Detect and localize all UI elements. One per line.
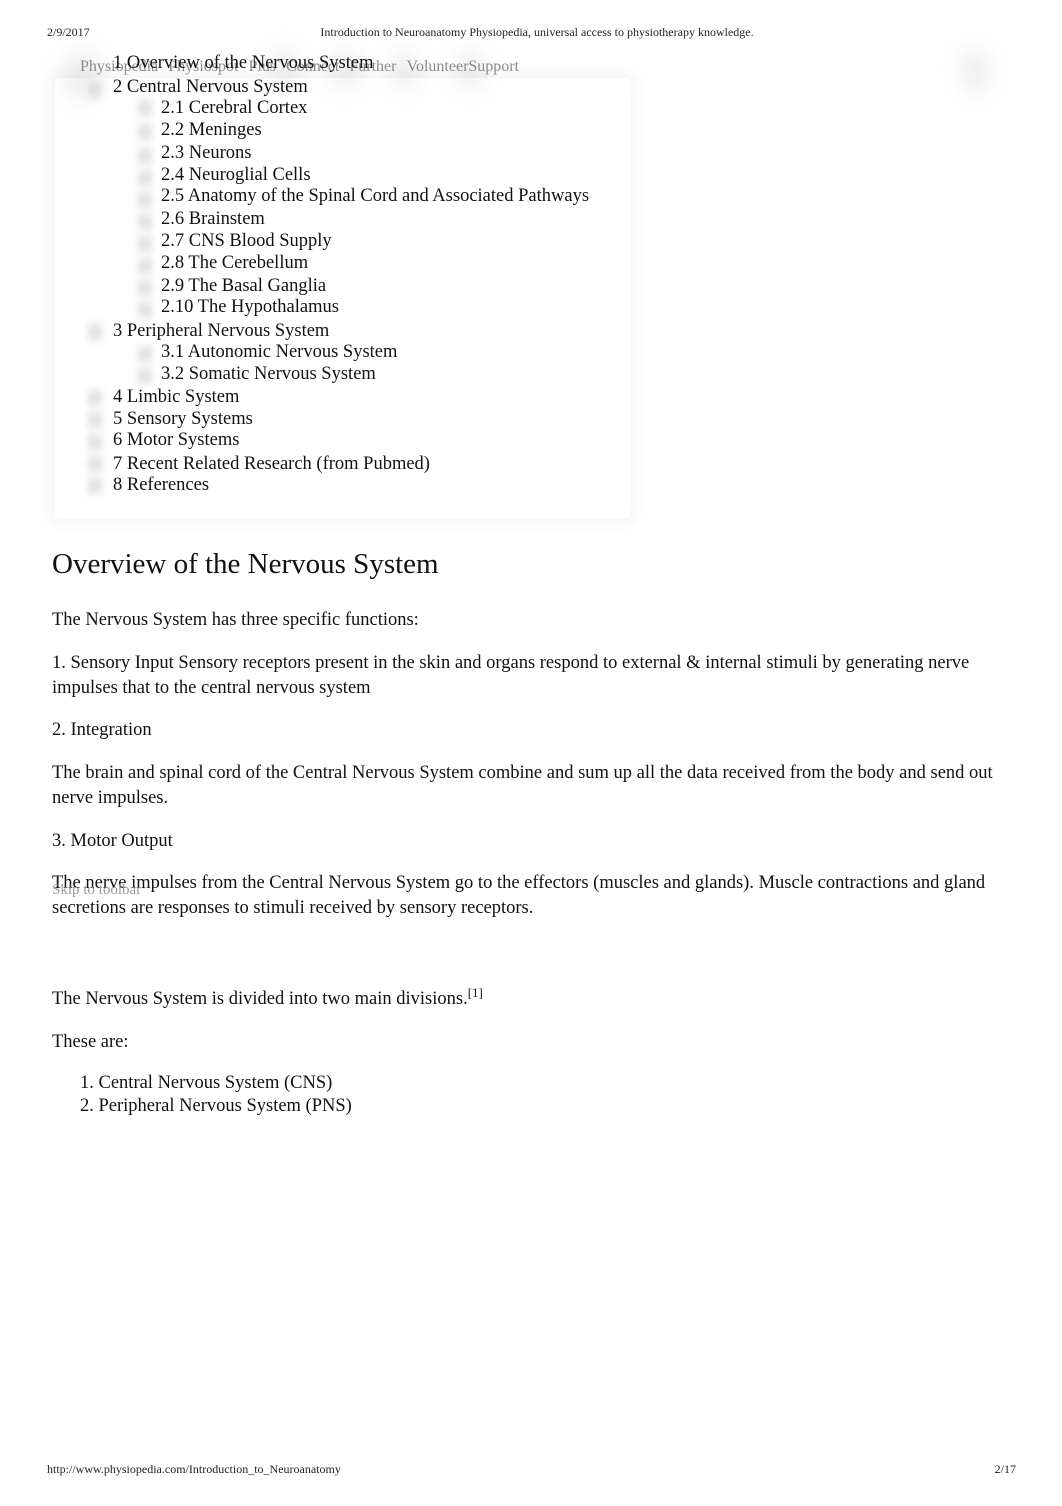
paragraph: The brain and spinal cord of the Central… [52,763,993,808]
toc-item[interactable]: 3 Peripheral Nervous System [113,320,329,342]
toc-item[interactable]: 3.1 Autonomic Nervous System [161,341,397,363]
toc-bullet-icon [138,192,152,208]
print-url: http://www.physiopedia.com/Introduction_… [47,1462,341,1476]
paragraph-text: The Nervous System is divided into two m… [52,989,468,1009]
citation-link[interactable]: [1] [468,985,483,1000]
toc-bullet-icon [138,100,152,116]
toc-item[interactable]: 2.6 Brainstem [161,208,265,230]
paragraph: 3. Motor Output [52,831,173,851]
toc-bullet-icon [88,434,102,450]
toc-bullet-icon [138,302,152,318]
toc-item[interactable]: 7 Recent Related Research (from Pubmed) [113,453,430,475]
toc-bullet-icon [138,236,152,252]
page-number: 2/17 [994,1462,1016,1476]
paragraph: 2. Integration [52,720,152,740]
skip-to-toolbar-link[interactable]: Skip to toolbar [52,882,141,899]
paragraph: These are: [52,1032,129,1052]
nav-item-volunteer[interactable]: Volunteer [406,58,468,75]
toc-bullet-icon [88,456,102,472]
toc-item[interactable]: 2.10 The Hypothalamus [161,296,339,318]
toc-bullet-icon [88,412,102,428]
toc-bullet-icon [138,368,152,384]
toc-item[interactable]: 2 Central Nervous System [113,76,308,98]
toc-item[interactable]: 2.3 Neurons [161,142,251,164]
toc-item[interactable]: 8 References [113,474,209,496]
paragraph: The nerve impulses from the Central Nerv… [52,873,986,918]
toc-bullet-icon [138,214,152,230]
toc-container [55,78,630,518]
toc-bullet-icon [138,148,152,164]
toc-item[interactable]: 2.1 Cerebral Cortex [161,97,307,119]
toc-item[interactable]: 2.7 CNS Blood Supply [161,230,332,252]
toc-bullet-icon [88,478,102,494]
toc-item[interactable]: 2.8 The Cerebellum [161,252,308,274]
toc-item[interactable]: 2.4 Neuroglial Cells [161,164,311,186]
divisions-list: 1. Central Nervous System (CNS) 2. Perip… [80,1072,352,1118]
toc-bullet-icon [138,170,152,186]
menu-toggle-shadow [960,48,990,94]
paragraph: The Nervous System has three specific fu… [52,610,419,630]
list-item: 1. Central Nervous System (CNS) [80,1073,333,1093]
toc-item[interactable]: 2.9 The Basal Ganglia [161,275,326,297]
toc-item[interactable]: 2.5 Anatomy of the Spinal Cord and Assoc… [161,185,589,207]
toc-bullet-icon [88,324,102,340]
section-heading: Overview of the Nervous System [52,548,439,580]
toc-item[interactable]: 6 Motor Systems [113,429,239,451]
toc-bullet-icon [138,280,152,296]
toc-bullet-icon [88,82,102,98]
paragraph: 1. Sensory Input Sensory receptors prese… [52,653,970,698]
toc-item[interactable]: 3.2 Somatic Nervous System [161,363,376,385]
list-item: 2. Peripheral Nervous System (PNS) [80,1096,352,1116]
toc-item[interactable]: 2.2 Meninges [161,119,262,141]
toc-bullet-icon [138,124,152,140]
toc-bullet-icon [138,346,152,362]
paragraph-divisions: The Nervous System is divided into two m… [52,985,1012,1012]
toc-bullet-icon [88,390,102,406]
print-title: Introduction to Neuroanatomy Physiopedia… [320,25,754,39]
toc-item[interactable]: 1 Overview of the Nervous System [113,52,374,74]
nav-item-support[interactable]: Support [468,58,519,75]
toc-item[interactable]: 4 Limbic System [113,386,239,408]
toc-item[interactable]: 5 Sensory Systems [113,408,253,430]
toc-bullet-icon [138,258,152,274]
